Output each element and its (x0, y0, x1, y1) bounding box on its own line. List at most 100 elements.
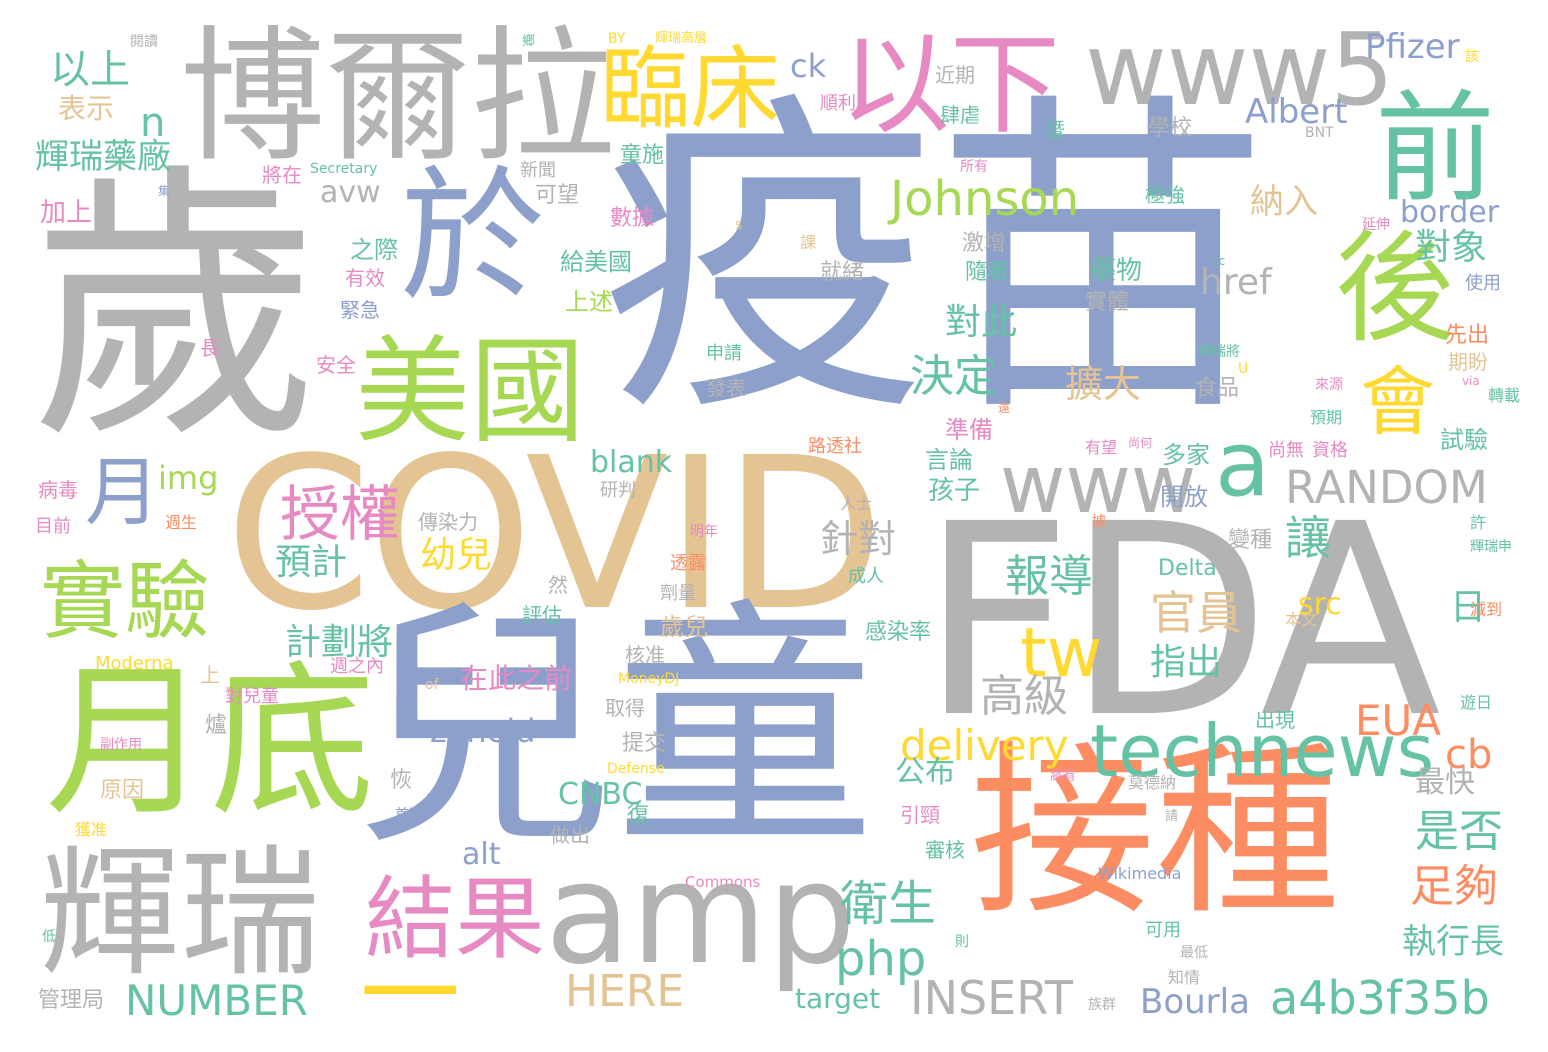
word-remarks: 言論 (925, 446, 973, 474)
word-target-group: 對象 (1415, 227, 1488, 268)
word-will-at: 將在 (262, 163, 302, 187)
word-www5: www5 (1085, 11, 1394, 128)
word-commons: Commons (685, 873, 761, 891)
word-expand: 擴大 (1065, 362, 1142, 406)
word-recent-days: 遊日 (1460, 693, 1493, 712)
word-month: 月 (85, 448, 161, 536)
word-pfizer-will: 輝瑞將 (1198, 344, 1240, 360)
word-trial: 試驗 (1440, 426, 1488, 454)
word-repost: 轉載 (1488, 386, 1521, 405)
word-hopeful-2: 有望 (1085, 438, 1118, 457)
word-very-strong: 極強 (1145, 183, 1185, 207)
word-before: 前 (1375, 80, 1495, 219)
word-emergency: 緊急 (340, 298, 380, 322)
word-adult: 成人 (848, 566, 884, 587)
word-eligibility: 資格 (1312, 440, 1348, 461)
word-johnson: Johnson (890, 171, 1080, 227)
word-pfizer-apply: 輝瑞申 (1470, 539, 1512, 555)
word-hopeful: 可望 (535, 183, 580, 208)
word-for-children: 對兒童 (225, 686, 279, 707)
word-all: 所有 (960, 159, 988, 175)
word-submit: 提交 (622, 731, 667, 756)
word-moneydj: MoneyDJ (618, 671, 680, 687)
word-this-article: 本文 (1285, 610, 1318, 629)
word-announce: 公布 (895, 755, 955, 790)
word-anticipated: 預期 (1310, 408, 1343, 427)
word-recent: 近期 (935, 63, 975, 87)
word-wikimedia: Wikimedia (1098, 864, 1182, 883)
word-make: 做出 (550, 823, 590, 847)
word-one: 一 (360, 936, 460, 1052)
word-apply: 申請 (706, 343, 742, 364)
word-via: via (1462, 374, 1480, 388)
word-give-usa: 給美國 (560, 248, 632, 276)
word-long: 長 (200, 336, 220, 360)
word-estimate: 預計 (275, 542, 348, 583)
word-pfizer-exec: 輝瑞高層 (655, 31, 708, 46)
word-read: 閱讀 (130, 34, 158, 50)
word-informed: 知情 (1168, 968, 1201, 987)
word-currently: 目前 (35, 516, 71, 537)
word-approve: 核准 (625, 643, 665, 667)
word-transmissibility: 傳染力 (418, 510, 478, 534)
word-zoneid: zoneid (430, 712, 536, 750)
word-age-child: 歲兒 (660, 613, 708, 641)
word-far: 遠 (998, 401, 1011, 415)
word-several: 多家 (1162, 441, 1210, 469)
word-source: 來源 (1315, 377, 1343, 393)
word-then: 則 (955, 934, 969, 950)
word-amp: amp (545, 833, 857, 996)
word-point-out: 指出 (1150, 642, 1223, 683)
word-school: 學校 (1148, 116, 1193, 141)
word-along-with: 隨著 (965, 260, 1010, 285)
word-officials: 官員 (1150, 586, 1242, 640)
word-administration: 管理局 (38, 988, 105, 1013)
word-first-out: 先出 (1445, 323, 1490, 348)
word-ck: ck (790, 47, 827, 85)
word-safety: 安全 (316, 353, 356, 377)
word-href: href (1200, 262, 1272, 303)
word-target: target (795, 982, 881, 1015)
word-usa: 美國 (355, 325, 586, 459)
word-effective: 有效 (345, 266, 385, 290)
word-pfizer-zh: 輝瑞 (40, 833, 321, 996)
word-s: s (735, 217, 743, 233)
word-blank: blank (590, 445, 673, 480)
word-n: n (140, 100, 166, 146)
word-fu: 復 (627, 803, 650, 828)
word-secretary: Secretary (310, 161, 378, 177)
word-approved: 獲准 (75, 820, 108, 839)
word-virus: 病毒 (38, 478, 78, 502)
word-health: 衛生 (840, 876, 937, 932)
word-whether: 是否 (1415, 806, 1503, 857)
word-indicate: 表示 (58, 92, 115, 125)
word-bnt: BNT (1305, 125, 1334, 141)
word-defense: Defense (607, 761, 665, 777)
word-group: 族群 (1088, 997, 1116, 1013)
word-u: U (1238, 361, 1249, 377)
word-cloud: 疫苗 歲 FDA COVID 兒童 接種 博爾拉 月底 輝瑞 amp 於 美國 … (0, 0, 1548, 1052)
word-lowest: 最低 (1180, 945, 1208, 961)
word-xu: 許 (1470, 513, 1487, 532)
word-personnel: 人士 (840, 494, 873, 513)
word-toddler: 幼兒 (420, 535, 493, 576)
word-number: NUMBER (125, 976, 308, 1025)
word-delta: Delta (1158, 556, 1217, 581)
word-publish: 發表 (706, 376, 746, 400)
word-reason: 原因 (100, 778, 145, 803)
word-within-week: 週之內 (330, 656, 384, 677)
word-regarding: 針對 (820, 517, 897, 561)
word-ran: 然 (548, 573, 568, 597)
word-surge: 激增 (962, 231, 1007, 256)
word-obtain: 取得 (605, 696, 645, 720)
word-report: 報導 (1005, 551, 1093, 602)
word-food: 食品 (1195, 376, 1240, 401)
word-cover-image: 首圖 (395, 807, 423, 823)
word-decide: 決定 (910, 351, 998, 402)
word-rampant: 肆虐 (940, 103, 980, 127)
word-hui: 恢 (390, 768, 413, 793)
word-experiment: 實驗 (40, 553, 211, 652)
word-bourla: Bourla (1140, 982, 1250, 1022)
word-news: 新聞 (520, 160, 556, 181)
word-albert: Albert (1245, 92, 1348, 132)
